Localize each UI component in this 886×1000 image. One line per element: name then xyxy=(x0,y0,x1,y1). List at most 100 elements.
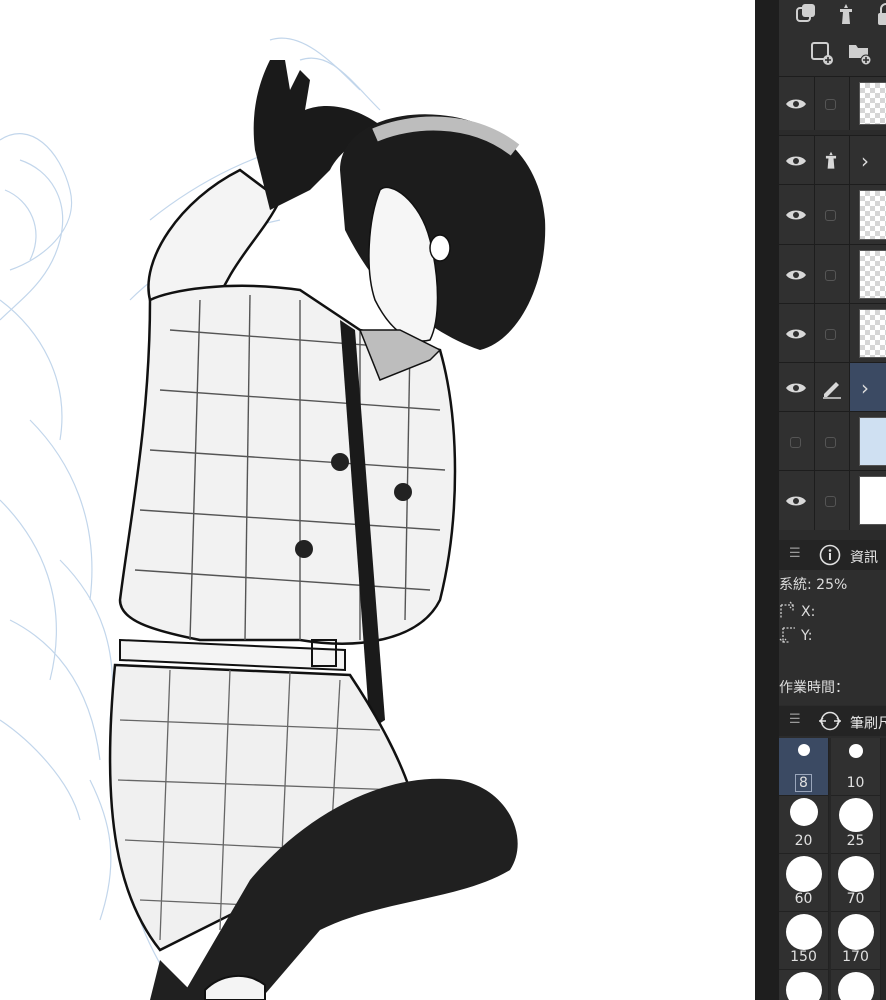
illustration-artwork xyxy=(0,37,546,1000)
jacket-button xyxy=(295,540,313,558)
brush-size-option[interactable] xyxy=(831,970,881,1000)
info-icon xyxy=(819,544,841,566)
eye-icon[interactable] xyxy=(785,154,807,168)
layer-thumbnail-cell[interactable] xyxy=(850,304,886,363)
menu-handle-icon[interactable]: ☰ xyxy=(789,713,801,727)
layer-row[interactable] xyxy=(779,411,886,471)
layer-thumbnail-cell[interactable]: › xyxy=(850,363,886,412)
layer-thumbnail xyxy=(859,417,886,466)
right-side-panel: › › ☰ 資訊 系統: 25% X: Y: 作業時間： ☰ 筆刷尺 8 10 20 2… xyxy=(755,0,886,1000)
layer-option-cell[interactable] xyxy=(814,185,850,245)
layer-thumbnail-cell[interactable] xyxy=(850,471,886,530)
brush-size-label: 60 xyxy=(779,891,828,907)
layer-option-cell[interactable] xyxy=(814,77,850,130)
jacket-button xyxy=(331,453,349,471)
layer-row[interactable] xyxy=(779,184,886,245)
layer-visibility-cell[interactable] xyxy=(779,412,815,471)
brush-size-option[interactable] xyxy=(779,970,829,1000)
eye-icon[interactable] xyxy=(785,268,807,282)
layer-option-cell[interactable] xyxy=(814,363,850,412)
layer-visibility-cell[interactable] xyxy=(779,185,815,245)
brush-size-option[interactable]: 150 xyxy=(779,912,829,970)
layer-option-cell[interactable] xyxy=(814,471,850,530)
layer-visibility-cell[interactable] xyxy=(779,77,815,130)
layer-checkbox[interactable] xyxy=(825,436,836,448)
info-panel-header[interactable]: ☰ 資訊 xyxy=(779,540,886,570)
layer-thumbnail xyxy=(859,82,886,125)
layer-thumbnail-cell[interactable] xyxy=(850,77,886,130)
layer-option-cell[interactable] xyxy=(814,412,850,471)
layer-row[interactable] xyxy=(779,303,886,363)
y-label: Y: xyxy=(801,628,813,644)
brush-size-label: 20 xyxy=(779,833,828,849)
brush-size-option[interactable]: 25 xyxy=(831,796,881,854)
x-label: X: xyxy=(801,604,816,620)
layer-visibility-cell[interactable] xyxy=(779,363,815,412)
brush-size-panel-header[interactable]: ☰ 筆刷尺 xyxy=(779,706,886,736)
layer-visibility-cell[interactable] xyxy=(779,245,815,304)
brush-size-option[interactable]: 8 xyxy=(779,738,829,796)
layer-row[interactable] xyxy=(779,470,886,530)
layer-checkbox[interactable] xyxy=(825,269,836,281)
brush-tip-preview xyxy=(785,856,822,892)
layer-row[interactable]: › xyxy=(779,362,886,412)
lock-icon[interactable] xyxy=(874,2,886,28)
pen-icon xyxy=(823,381,841,399)
eye-icon[interactable] xyxy=(785,97,807,111)
layer-row[interactable] xyxy=(779,76,886,130)
layer-option-cell[interactable] xyxy=(814,245,850,304)
drawing-canvas[interactable] xyxy=(0,0,755,1000)
info-panel-title: 資訊 xyxy=(850,550,878,566)
layer-thumbnail-cell[interactable] xyxy=(850,185,886,245)
eye-icon[interactable] xyxy=(785,381,807,395)
brush-size-value: 20 xyxy=(794,833,813,849)
layer-checkbox[interactable] xyxy=(825,495,836,507)
eye-icon[interactable] xyxy=(785,327,807,341)
visibility-checkbox[interactable] xyxy=(790,436,801,448)
layer-thumbnail-cell[interactable] xyxy=(850,412,886,471)
layer-option-cell[interactable] xyxy=(814,304,850,363)
expand-folder-icon[interactable]: › xyxy=(861,376,869,400)
layer-visibility-cell[interactable] xyxy=(779,471,815,530)
y-coordinate-icon xyxy=(779,627,795,643)
brush-size-label: 170 xyxy=(831,949,880,965)
layer-checkbox[interactable] xyxy=(825,210,836,221)
brush-size-icon xyxy=(819,711,841,731)
brush-size-option[interactable]: 20 xyxy=(779,796,829,854)
work-time-label: 作業時間： xyxy=(779,680,849,696)
menu-handle-icon[interactable]: ☰ xyxy=(789,547,801,561)
info-panel-body: 系統: 25% X: Y: 作業時間： xyxy=(779,570,886,705)
brush-tip-preview xyxy=(838,798,873,832)
eye-icon[interactable] xyxy=(785,208,807,222)
layer-visibility-cell[interactable] xyxy=(779,304,815,363)
brush-size-option[interactable]: 70 xyxy=(831,854,881,912)
brush-tip-preview xyxy=(848,744,863,758)
layer-checkbox[interactable] xyxy=(825,98,836,110)
brush-size-value: 60 xyxy=(794,891,813,907)
brush-size-value: 10 xyxy=(846,775,865,791)
brush-size-option[interactable]: 170 xyxy=(831,912,881,970)
layer-option-cell[interactable] xyxy=(814,136,850,185)
new-raster-layer-icon[interactable] xyxy=(809,40,835,66)
brush-size-option[interactable]: 60 xyxy=(779,854,829,912)
layer-visibility-cell[interactable] xyxy=(779,136,815,185)
eye xyxy=(429,234,451,262)
brush-size-value: 8 xyxy=(795,774,812,792)
eye-icon[interactable] xyxy=(785,494,807,508)
copy-layer-icon[interactable] xyxy=(793,2,819,28)
brush-tip-preview xyxy=(837,914,874,950)
brush-size-option[interactable]: 10 xyxy=(831,738,881,796)
panel-edge xyxy=(755,0,779,1000)
layer-row[interactable]: › xyxy=(779,135,886,185)
layer-row[interactable] xyxy=(779,244,886,304)
reference-layer-icon[interactable] xyxy=(833,2,859,28)
layer-thumbnail-cell[interactable] xyxy=(850,245,886,304)
layer-checkbox[interactable] xyxy=(825,328,836,340)
expand-folder-icon[interactable]: › xyxy=(861,149,869,173)
brush-tip-preview xyxy=(785,972,822,1000)
brush-size-label: 150 xyxy=(779,949,828,965)
new-folder-icon[interactable] xyxy=(847,40,873,66)
brush-tip-preview xyxy=(837,856,874,892)
layer-thumbnail xyxy=(859,309,886,358)
layer-thumbnail-cell[interactable]: › xyxy=(850,136,886,185)
